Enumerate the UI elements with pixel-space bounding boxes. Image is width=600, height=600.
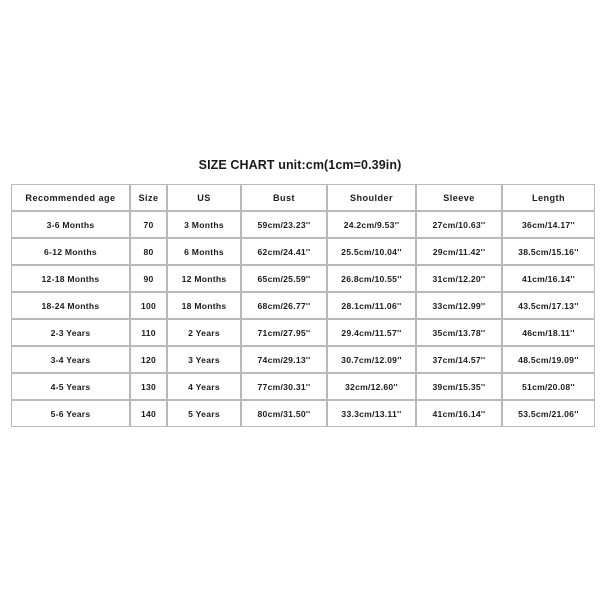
table-cell: 77cm/30.31'' (241, 373, 327, 400)
table-cell: 2-3 Years (11, 319, 130, 346)
table-body: 3-6 Months 70 3 Months 59cm/23.23'' 24.2cm/9… (11, 211, 595, 427)
table-cell: 18-24 Months (11, 292, 130, 319)
table-row: 5-6 Years 140 5 Years 80cm/31.50'' 33.3cm/13… (11, 400, 595, 427)
table-row: 4-5 Years 130 4 Years 77cm/30.31'' 32cm/12.6… (11, 373, 595, 400)
table-cell: 68cm/26.77'' (241, 292, 327, 319)
table-cell: 140 (130, 400, 167, 427)
column-header: Shoulder (327, 184, 416, 211)
table-cell: 90 (130, 265, 167, 292)
table-cell: 130 (130, 373, 167, 400)
table-cell: 110 (130, 319, 167, 346)
table-cell: 80 (130, 238, 167, 265)
column-header: Bust (241, 184, 327, 211)
table-cell: 35cm/13.78'' (416, 319, 502, 346)
column-header: Size (130, 184, 167, 211)
table-cell: 65cm/25.59'' (241, 265, 327, 292)
table-cell: 4 Years (167, 373, 241, 400)
table-row: 18-24 Months 100 18 Months 68cm/26.77'' 28.1… (11, 292, 595, 319)
table-cell: 28.1cm/11.06'' (327, 292, 416, 319)
table-cell: 31cm/12.20'' (416, 265, 502, 292)
table-cell: 18 Months (167, 292, 241, 319)
table-row: 6-12 Months 80 6 Months 62cm/24.41'' 25.5cm/… (11, 238, 595, 265)
table-cell: 30.7cm/12.09'' (327, 346, 416, 373)
table-cell: 29cm/11.42'' (416, 238, 502, 265)
column-header: Sleeve (416, 184, 502, 211)
table-cell: 38.5cm/15.16'' (502, 238, 595, 265)
table-row: 2-3 Years 110 2 Years 71cm/27.95'' 29.4cm/11… (11, 319, 595, 346)
table-row: 3-6 Months 70 3 Months 59cm/23.23'' 24.2cm/9… (11, 211, 595, 238)
table-cell: 74cm/29.13'' (241, 346, 327, 373)
table-cell: 36cm/14.17'' (502, 211, 595, 238)
table-cell: 71cm/27.95'' (241, 319, 327, 346)
table-cell: 3 Years (167, 346, 241, 373)
table-cell: 41cm/16.14'' (502, 265, 595, 292)
table-cell: 39cm/15.35'' (416, 373, 502, 400)
table-cell: 41cm/16.14'' (416, 400, 502, 427)
table-cell: 6 Months (167, 238, 241, 265)
table-cell: 27cm/10.63'' (416, 211, 502, 238)
table-cell: 5-6 Years (11, 400, 130, 427)
page-title: SIZE CHART unit:cm(1cm=0.39in) (198, 158, 402, 172)
table-cell: 33.3cm/13.11'' (327, 400, 416, 427)
column-header: Length (502, 184, 595, 211)
table-header-row: Recommended age Size US Bust Shoulder Sleeve L… (11, 184, 595, 211)
size-chart-table-container: Recommended age Size US Bust Shoulder Sleeve L… (11, 184, 595, 427)
table-cell: 43.5cm/17.13'' (502, 292, 595, 319)
table-cell: 100 (130, 292, 167, 319)
table-cell: 33cm/12.99'' (416, 292, 502, 319)
table-cell: 3 Months (167, 211, 241, 238)
table-cell: 3-6 Months (11, 211, 130, 238)
column-header: Recommended age (11, 184, 130, 211)
table-cell: 32cm/12.60'' (327, 373, 416, 400)
size-chart-page: SIZE CHART unit:cm(1cm=0.39in) Recommend… (0, 0, 600, 600)
table-cell: 70 (130, 211, 167, 238)
table-cell: 26.8cm/10.55'' (327, 265, 416, 292)
table-cell: 12-18 Months (11, 265, 130, 292)
table-cell: 53.5cm/21.06'' (502, 400, 595, 427)
table-cell: 25.5cm/10.04'' (327, 238, 416, 265)
column-header: US (167, 184, 241, 211)
table-cell: 48.5cm/19.09'' (502, 346, 595, 373)
table-cell: 12 Months (167, 265, 241, 292)
table-cell: 4-5 Years (11, 373, 130, 400)
table-cell: 51cm/20.08'' (502, 373, 595, 400)
table-cell: 5 Years (167, 400, 241, 427)
table-row: 12-18 Months 90 12 Months 65cm/25.59'' 26.8c… (11, 265, 595, 292)
table-cell: 37cm/14.57'' (416, 346, 502, 373)
table-cell: 6-12 Months (11, 238, 130, 265)
table-cell: 59cm/23.23'' (241, 211, 327, 238)
table-cell: 24.2cm/9.53'' (327, 211, 416, 238)
table-cell: 29.4cm/11.57'' (327, 319, 416, 346)
size-chart-table: Recommended age Size US Bust Shoulder Sleeve L… (11, 184, 595, 427)
table-cell: 46cm/18.11'' (502, 319, 595, 346)
table-header: Recommended age Size US Bust Shoulder Sleeve L… (11, 184, 595, 211)
table-cell: 3-4 Years (11, 346, 130, 373)
table-cell: 62cm/24.41'' (241, 238, 327, 265)
table-cell: 80cm/31.50'' (241, 400, 327, 427)
table-cell: 2 Years (167, 319, 241, 346)
table-cell: 120 (130, 346, 167, 373)
table-row: 3-4 Years 120 3 Years 74cm/29.13'' 30.7cm/12… (11, 346, 595, 373)
